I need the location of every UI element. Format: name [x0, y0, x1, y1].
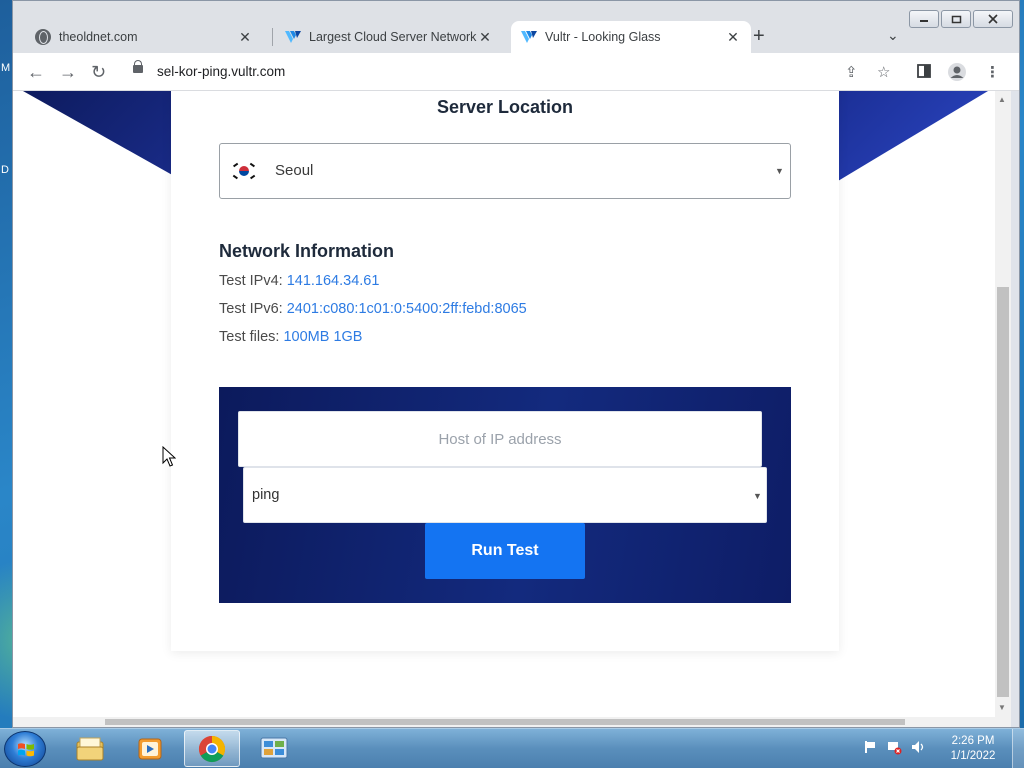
browser-toolbar: ← → ↻ sel-kor-ping.vultr.com ⇪ ☆ ⋮ — [13, 53, 1019, 91]
minimize-button[interactable] — [909, 10, 939, 28]
horizontal-scroll-thumb[interactable] — [105, 719, 905, 725]
vultr-logo-icon — [521, 31, 537, 43]
vertical-scrollbar[interactable]: ▲ ▼ — [995, 91, 1011, 717]
system-clock[interactable]: 2:26 PM 1/1/2022 — [944, 734, 1002, 764]
profile-avatar-icon[interactable] — [947, 62, 967, 82]
test-files-links[interactable]: 100MB 1GB — [283, 329, 362, 345]
windows-logo-icon — [18, 743, 34, 757]
address-bar[interactable]: sel-kor-ping.vultr.com — [121, 58, 1001, 86]
taskbar-control-panel-button[interactable] — [246, 730, 302, 767]
desktop-icon-label[interactable]: M — [1, 62, 10, 74]
media-player-icon — [138, 738, 162, 759]
scroll-down-icon[interactable]: ▼ — [998, 703, 1006, 712]
clock-date: 1/1/2022 — [950, 750, 996, 762]
test-method-select[interactable]: ping ▼ — [243, 467, 767, 523]
restore-button[interactable] — [941, 10, 971, 28]
back-arrow-icon[interactable]: ← — [27, 62, 45, 82]
url-text[interactable]: sel-kor-ping.vultr.com — [157, 64, 285, 79]
tab-close-icon[interactable]: ✕ — [477, 29, 493, 46]
desktop-icon-label[interactable]: D — [1, 164, 9, 176]
tab-strip: theoldnet.com ✕ Largest Cloud Server Net… — [13, 1, 1019, 53]
header-decoration-right — [838, 91, 988, 181]
vertical-scroll-thumb[interactable] — [997, 287, 1009, 697]
looking-glass-card: Server Location Seoul ▼ Network Informat… — [171, 91, 839, 651]
ipv6-row: Test IPv6: 2401:c080:1c01:0:5400:2ff:feb… — [219, 301, 527, 317]
new-tab-button[interactable]: + — [753, 25, 765, 48]
ipv4-row: Test IPv4: 141.164.34.61 — [219, 273, 379, 289]
taskbar-explorer-button[interactable] — [62, 730, 118, 767]
scroll-up-icon[interactable]: ▲ — [998, 95, 1006, 104]
chrome-icon — [198, 735, 226, 762]
vultr-logo-icon — [285, 31, 301, 43]
minimize-icon — [920, 20, 928, 22]
clock-time: 2:26 PM — [951, 735, 995, 747]
network-icon[interactable] — [886, 739, 902, 755]
selected-method: ping — [252, 487, 280, 503]
header-decoration-left — [23, 91, 183, 181]
test-files-label: Test files: — [219, 329, 280, 345]
page-viewport: Server Location Seoul ▼ Network Informat… — [13, 91, 995, 717]
more-menu-icon[interactable]: ⋮ — [985, 63, 1000, 81]
tab-search-chevron-icon[interactable]: ⌄ — [887, 27, 899, 44]
start-button[interactable] — [4, 731, 46, 767]
selected-location: Seoul — [275, 162, 314, 179]
server-location-select[interactable]: Seoul ▼ — [219, 143, 791, 199]
show-desktop-button[interactable] — [1012, 729, 1024, 768]
restore-icon — [951, 15, 961, 23]
tab-title: theoldnet.com — [59, 30, 138, 44]
window-controls — [909, 10, 1013, 28]
server-location-title: Server Location — [436, 97, 574, 117]
taskbar-media-player-button[interactable] — [122, 730, 178, 767]
host-input[interactable] — [238, 411, 762, 467]
volume-icon[interactable] — [910, 739, 926, 755]
explorer-icon — [76, 737, 104, 760]
mouse-cursor-icon — [162, 446, 176, 467]
taskbar-chrome-button[interactable] — [184, 730, 240, 767]
ipv6-label: Test IPv6: — [219, 301, 283, 317]
share-icon[interactable]: ⇪ — [845, 63, 858, 81]
horizontal-scrollbar[interactable] — [13, 717, 1011, 727]
reload-icon[interactable]: ↻ — [91, 62, 106, 82]
forward-arrow-icon[interactable]: → — [59, 62, 77, 82]
tab-vultr-looking-glass[interactable]: Vultr - Looking Glass ✕ — [511, 21, 751, 53]
lock-icon — [133, 60, 143, 73]
control-panel-icon — [260, 737, 288, 758]
star-icon[interactable]: ☆ — [877, 63, 890, 81]
test-files-row: Test files: 100MB 1GB — [219, 329, 362, 345]
browser-window: theoldnet.com ✕ Largest Cloud Server Net… — [12, 0, 1020, 728]
tab-close-icon[interactable]: ✕ — [725, 29, 741, 46]
action-center-flag-icon[interactable] — [862, 739, 878, 755]
network-information-title: Network Information — [219, 241, 395, 261]
close-window-button[interactable] — [973, 10, 1013, 28]
system-tray — [862, 739, 926, 755]
run-test-button[interactable]: Run Test — [425, 523, 585, 579]
ipv4-value[interactable]: 141.164.34.61 — [287, 273, 380, 289]
south-korea-flag-icon — [232, 161, 256, 181]
tab-title: Vultr - Looking Glass — [545, 30, 661, 44]
test-panel: ping ▼ Run Test — [219, 387, 791, 603]
dropdown-caret-icon: ▼ — [753, 491, 762, 501]
tab-title: Largest Cloud Server Network Av — [309, 30, 477, 44]
ipv4-label: Test IPv4: — [219, 273, 283, 289]
tab-theoldnet[interactable]: theoldnet.com ✕ — [25, 21, 263, 53]
tab-close-icon[interactable]: ✕ — [237, 29, 253, 46]
ipv6-value[interactable]: 2401:c080:1c01:0:5400:2ff:febd:8065 — [287, 301, 527, 317]
tab-separator — [272, 28, 273, 46]
close-icon — [988, 14, 998, 24]
taskbar: 2:26 PM 1/1/2022 — [0, 728, 1024, 768]
globe-icon — [35, 29, 51, 45]
tab-vultr-network[interactable]: Largest Cloud Server Network Av ✕ — [275, 21, 503, 53]
side-panel-icon[interactable] — [917, 64, 931, 78]
dropdown-caret-icon: ▼ — [775, 166, 784, 176]
